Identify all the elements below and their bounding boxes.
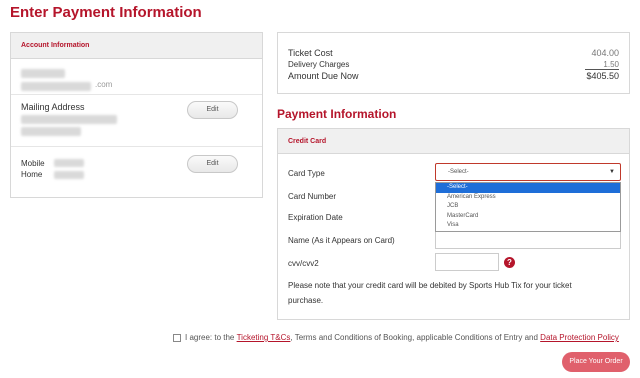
account-info-panel: Account Information .com Mailing Address…: [10, 32, 263, 198]
agree-prefix: I agree: to the: [185, 333, 237, 342]
cvv-label: cvv/cvv2: [288, 259, 319, 268]
expiration-date-label: Expiration Date: [288, 213, 343, 222]
data-protection-link[interactable]: Data Protection Policy: [540, 333, 619, 342]
home-label: Home: [21, 170, 43, 179]
cardholder-name-label: Name (As it Appears on Card): [288, 236, 395, 245]
credit-card-panel: Credit Card Card Type -Select- ▼ -Select…: [277, 128, 630, 320]
card-type-selected-value: -Select-: [448, 169, 469, 175]
address-line-1-redacted: [21, 115, 117, 124]
cvv-input[interactable]: [435, 253, 499, 271]
card-type-option[interactable]: -Select-: [436, 183, 620, 193]
home-number-redacted: [54, 171, 84, 179]
amount-due-label: Amount Due Now: [288, 71, 359, 81]
ticket-cost-value: 404.00: [591, 48, 619, 58]
card-type-option[interactable]: Visa: [436, 221, 620, 231]
card-type-dropdown: -Select- American Express JCB MasterCard…: [435, 182, 621, 232]
dropdown-arrow-icon: ▼: [609, 169, 615, 175]
agree-checkbox[interactable]: [173, 333, 181, 342]
cost-summary-panel: Ticket Cost 404.00 Delivery Charges 1.50…: [277, 32, 630, 94]
payment-info-title: Payment Information: [277, 107, 397, 121]
edit-phone-button[interactable]: Edit: [187, 155, 238, 173]
terms-agreement: I agree: to the Ticketing T&Cs , Terms a…: [173, 333, 619, 342]
account-name-redacted: [21, 69, 65, 78]
address-line-2-redacted: [21, 127, 81, 136]
cardholder-name-input[interactable]: [435, 231, 621, 249]
place-order-button[interactable]: Place Your Order: [562, 352, 630, 372]
mobile-label: Mobile: [21, 159, 45, 168]
card-type-option[interactable]: JCB: [436, 202, 620, 212]
account-email-suffix: .com: [95, 80, 113, 89]
agree-middle: , Terms and Conditions of Booking, appli…: [290, 333, 541, 342]
delivery-charges-value: 1.50: [603, 60, 619, 69]
account-email-redacted: [21, 82, 91, 91]
card-type-option[interactable]: American Express: [436, 193, 620, 203]
credit-card-header: Credit Card: [278, 129, 629, 154]
mailing-address-label: Mailing Address: [21, 102, 85, 112]
card-type-label: Card Type: [288, 169, 325, 178]
debit-notice: Please note that your credit card will b…: [288, 281, 572, 305]
ticketing-tcs-link[interactable]: Ticketing T&Cs: [237, 333, 291, 342]
edit-address-button[interactable]: Edit: [187, 101, 238, 119]
amount-due-value: $405.50: [586, 71, 619, 81]
account-info-header: Account Information: [11, 33, 262, 59]
total-divider: [585, 69, 619, 70]
divider: [11, 94, 262, 95]
card-type-select[interactable]: -Select- ▼: [435, 163, 621, 181]
card-number-label: Card Number: [288, 192, 337, 201]
page-title: Enter Payment Information: [10, 4, 202, 21]
ticket-cost-label: Ticket Cost: [288, 48, 333, 58]
delivery-charges-label: Delivery Charges: [288, 60, 350, 69]
mobile-number-redacted: [54, 159, 84, 167]
card-type-option[interactable]: MasterCard: [436, 212, 620, 222]
divider: [11, 146, 262, 147]
cvv-help-icon[interactable]: ?: [504, 257, 515, 268]
